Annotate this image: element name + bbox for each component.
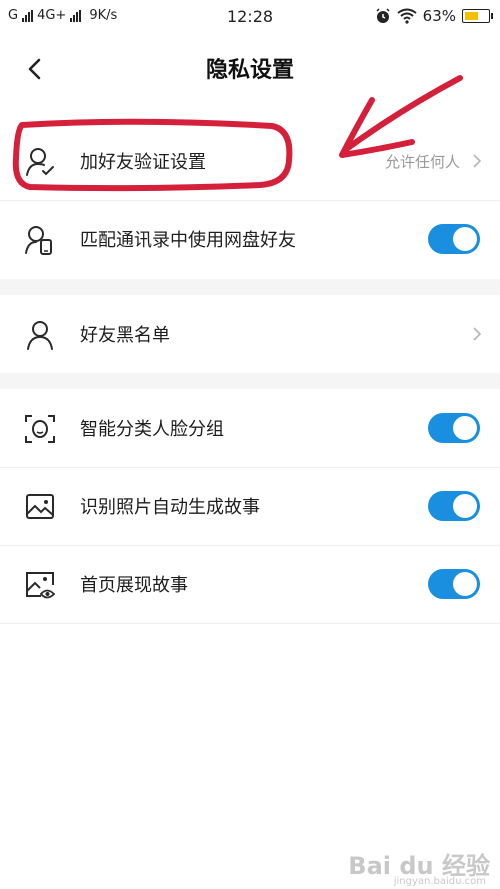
section-gap bbox=[0, 373, 500, 389]
row-value: 允许任何人 bbox=[384, 153, 460, 171]
row-friend-blacklist[interactable]: 好友黑名单 bbox=[0, 295, 500, 373]
person-icon bbox=[27, 321, 53, 350]
toggle-knob bbox=[453, 572, 477, 596]
image-icon bbox=[26, 494, 54, 519]
toggle-knob bbox=[453, 494, 477, 518]
toggle-knob bbox=[453, 227, 477, 251]
row-face-grouping: 智能分类人脸分组 bbox=[0, 389, 500, 467]
status-right: 63% bbox=[375, 7, 493, 25]
chevron-right-icon bbox=[473, 327, 482, 341]
alarm-icon bbox=[376, 8, 390, 23]
page-title: 隐私设置 bbox=[205, 58, 294, 83]
homepage-story-toggle[interactable] bbox=[428, 569, 480, 599]
row-friend-verification[interactable]: 加好友验证设置 允许任何人 bbox=[0, 122, 500, 200]
face-grouping-toggle[interactable] bbox=[428, 413, 480, 443]
wifi-icon bbox=[397, 8, 417, 24]
row-label: 好友黑名单 bbox=[80, 325, 170, 346]
row-label: 智能分类人脸分组 bbox=[80, 419, 224, 440]
header: 隐私设置 bbox=[0, 34, 500, 104]
row-homepage-story: 首页展现故事 bbox=[0, 545, 500, 623]
section-gap bbox=[0, 279, 500, 295]
story-generation-toggle[interactable] bbox=[428, 491, 480, 521]
battery-percent: 63% bbox=[422, 7, 456, 25]
toggle-knob bbox=[453, 416, 477, 440]
privacy-settings-screen: G 4G+ 9K/s 12:28 63% 隐私设置 加好友验证设置 允许任何人 … bbox=[0, 0, 500, 889]
row-label: 识别照片自动生成故事 bbox=[80, 497, 260, 518]
person-phone-icon bbox=[25, 226, 52, 255]
divider bbox=[0, 623, 500, 624]
image-eye-icon bbox=[26, 572, 56, 599]
person-check-icon bbox=[26, 148, 54, 176]
chevron-right-icon bbox=[473, 154, 482, 168]
row-label: 加好友验证设置 bbox=[80, 152, 206, 173]
row-label: 匹配通讯录中使用网盘好友 bbox=[80, 230, 296, 251]
face-scan-icon bbox=[25, 415, 55, 443]
battery-icon bbox=[462, 9, 493, 23]
row-contacts-matching: 匹配通讯录中使用网盘好友 bbox=[0, 200, 500, 278]
row-label: 首页展现故事 bbox=[80, 575, 188, 596]
status-bar: G 4G+ 9K/s 12:28 63% bbox=[0, 0, 500, 34]
watermark-url: jingyan.baidu.com bbox=[393, 876, 486, 887]
battery-fill bbox=[465, 12, 478, 20]
row-story-generation: 识别照片自动生成故事 bbox=[0, 467, 500, 545]
contacts-matching-toggle[interactable] bbox=[428, 224, 480, 254]
